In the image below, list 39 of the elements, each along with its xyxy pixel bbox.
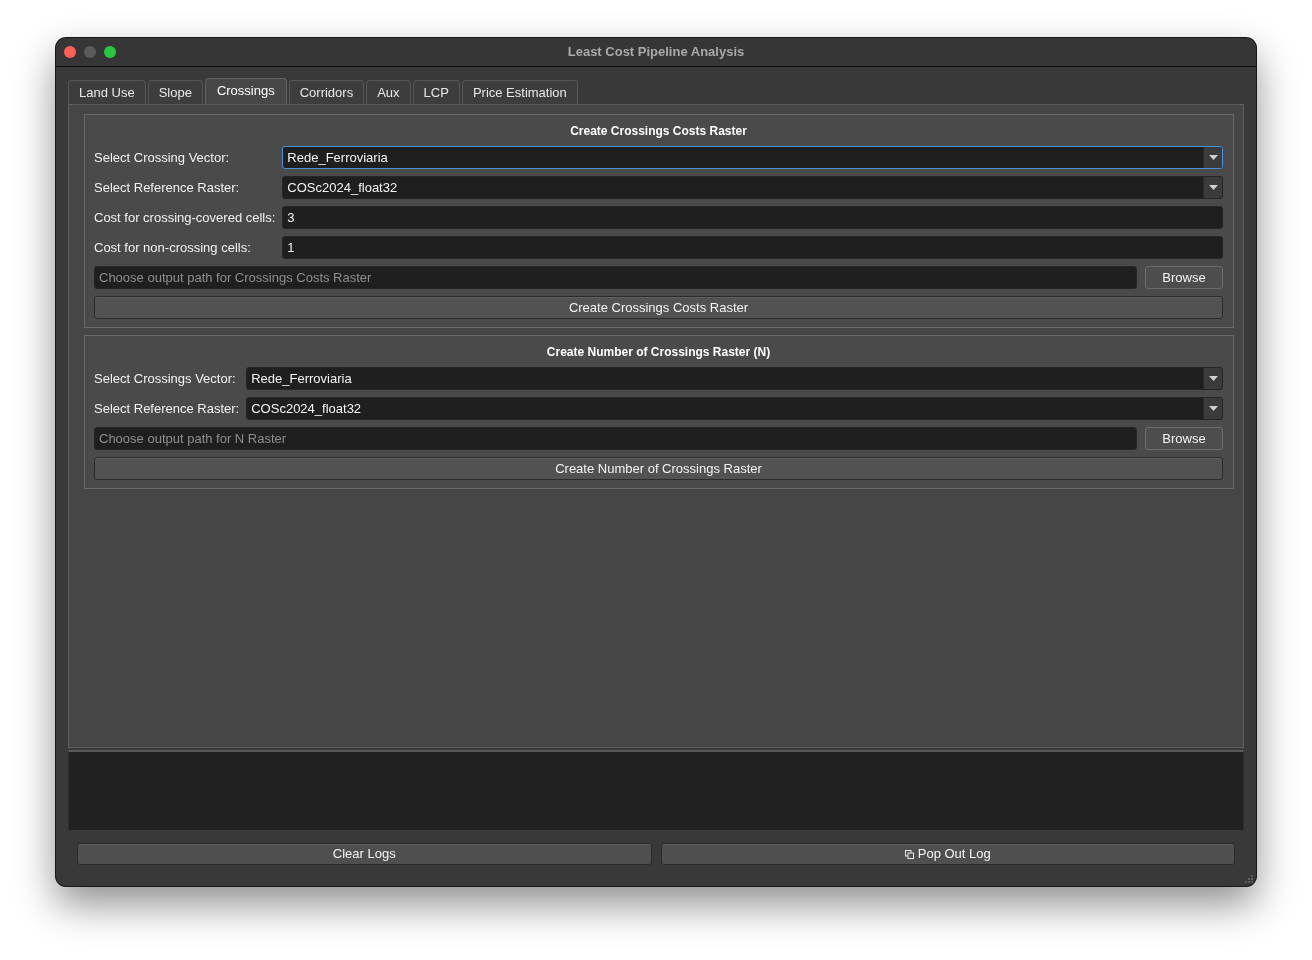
tab[interactable]: LCP: [412, 80, 460, 104]
create-raster-button[interactable]: Create Crossings Costs Raster: [94, 296, 1223, 319]
tab[interactable]: Aux: [366, 80, 411, 104]
dropdown[interactable]: Rede_Ferroviaria: [282, 146, 1223, 169]
group-title: Create Number of Crossings Raster (N): [545, 344, 772, 361]
field-label: Select Crossing Vector:: [94, 149, 231, 166]
tab[interactable]: Land Use: [68, 80, 146, 104]
field-label: Cost for crossing-covered cells:: [94, 209, 276, 226]
dropdown[interactable]: COSc2024_float32: [282, 176, 1223, 199]
path-field[interactable]: Choose output path for N Raster: [94, 427, 1137, 450]
field-label: Select Crossings Vector:: [94, 370, 237, 387]
path-field[interactable]: Choose output path for Crossings Costs Raster: [94, 266, 1137, 289]
dropdown[interactable]: Rede_Ferroviaria: [246, 367, 1223, 390]
overlapping-squares-icon: [904, 849, 914, 859]
text-field[interactable]: 1: [282, 236, 1223, 259]
zoom-icon[interactable]: [104, 46, 116, 58]
caret-icon: [1208, 155, 1218, 160]
caret-icon: [1208, 376, 1218, 381]
tab[interactable]: Corridors: [288, 80, 365, 104]
tab[interactable]: Slope: [147, 80, 203, 104]
group-title: Create Crossings Costs Raster: [569, 123, 748, 140]
resize-grip-icon[interactable]: [1244, 874, 1253, 883]
close-icon[interactable]: [64, 46, 76, 58]
window-title: Least Cost Pipeline Analysis: [567, 44, 745, 60]
caret-icon: [1208, 185, 1218, 190]
browse-button[interactable]: Browse: [1145, 427, 1223, 450]
log-field[interactable]: [68, 750, 1244, 830]
field-label: Cost for non-crossing cells:: [94, 239, 252, 256]
tab[interactable]: Crossings: [204, 78, 287, 104]
dropdown[interactable]: COSc2024_float32: [246, 397, 1223, 420]
pop-out-button[interactable]: Pop Out Log: [660, 843, 1235, 865]
field-label: Select Reference Raster:: [94, 400, 240, 417]
browse-button[interactable]: Browse: [1145, 266, 1223, 289]
text-field[interactable]: 3: [282, 206, 1223, 229]
create-raster-button[interactable]: Create Number of Crossings Raster: [94, 457, 1223, 480]
tab[interactable]: Price Estimation: [461, 80, 578, 104]
caret-icon: [1208, 406, 1218, 411]
field-label: Select Reference Raster:: [94, 179, 241, 196]
clear-button[interactable]: Clear Logs: [77, 843, 652, 865]
